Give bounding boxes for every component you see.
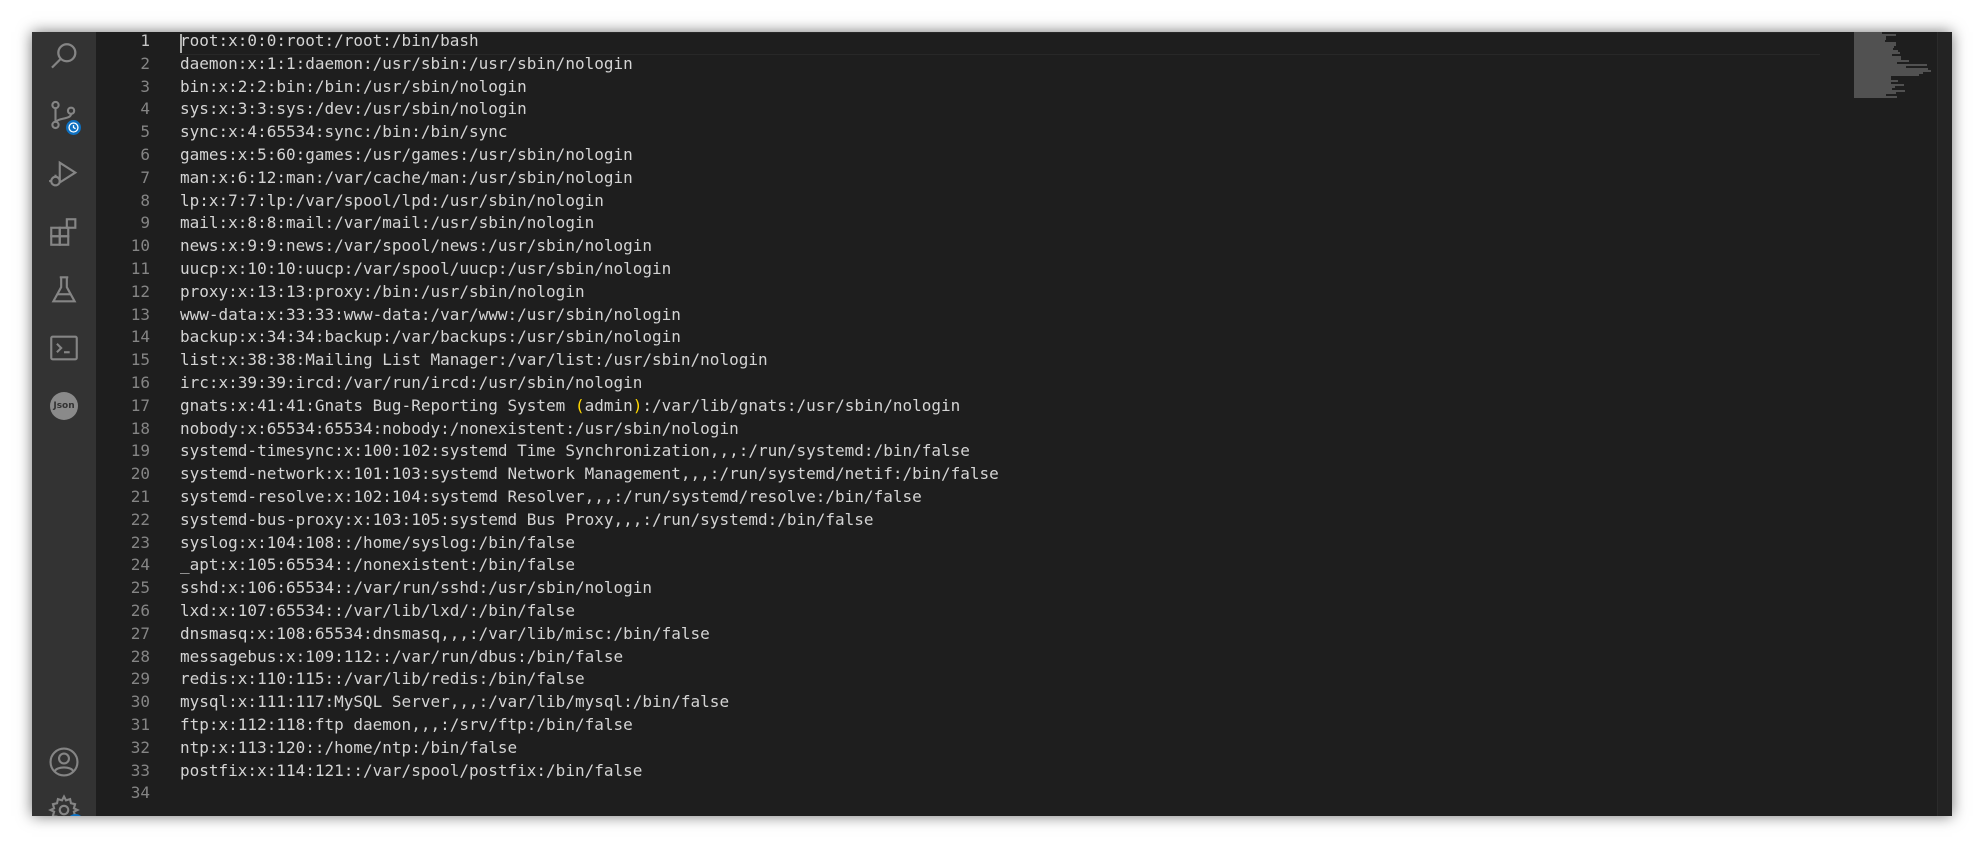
account-icon[interactable] — [32, 737, 96, 787]
activity-bar: Json 1 — [32, 32, 96, 816]
line-number: 9 — [140, 213, 150, 233]
code-line[interactable]: gnats:x:41:41:Gnats Bug-Reporting System… — [180, 395, 960, 418]
extensions-icon[interactable] — [32, 207, 96, 257]
code-line[interactable]: daemon:x:1:1:daemon:/usr/sbin:/usr/sbin/… — [180, 53, 633, 76]
line-number: 16 — [130, 373, 150, 392]
code-line[interactable]: irc:x:39:39:ircd:/var/run/ircd:/usr/sbin… — [180, 372, 642, 395]
line-number: 3 — [140, 76, 150, 96]
run-debug-icon[interactable] — [32, 149, 96, 199]
code-line[interactable]: root:x:0:0:root:/root:/bin/bash — [180, 32, 479, 53]
line-number: 13 — [130, 304, 150, 324]
history-clock-icon — [66, 120, 81, 135]
code-line[interactable]: man:x:6:12:man:/var/cache/man:/usr/sbin/… — [180, 167, 633, 190]
code-line[interactable]: _apt:x:105:65534::/nonexistent:/bin/fals… — [180, 554, 575, 577]
line-number: 7 — [140, 167, 150, 187]
line-number: 27 — [130, 623, 150, 643]
line-number: 18 — [130, 418, 150, 438]
minimap[interactable] — [1854, 32, 1944, 102]
line-number: 19 — [130, 441, 150, 461]
line-number: 15 — [130, 350, 150, 370]
code-line[interactable]: www-data:x:33:33:www-data:/var/www:/usr/… — [180, 304, 681, 327]
line-number: 10 — [130, 236, 150, 256]
code-line[interactable]: ntp:x:113:120::/home/ntp:/bin/false — [180, 737, 517, 760]
code-line[interactable]: redis:x:110:115::/var/lib/redis:/bin/fal… — [180, 668, 585, 691]
vertical-scrollbar[interactable] — [1937, 32, 1952, 816]
line-number: 14 — [130, 327, 150, 347]
line-number: 28 — [130, 646, 150, 666]
code-line[interactable]: mysql:x:111:117:MySQL Server,,,:/var/lib… — [180, 691, 729, 714]
code-line[interactable]: syslog:x:104:108::/home/syslog:/bin/fals… — [180, 532, 575, 555]
code-line[interactable]: postfix:x:114:121::/var/spool/postfix:/b… — [180, 760, 642, 783]
json-icon-label: Json — [50, 392, 78, 420]
code-line[interactable]: sys:x:3:3:sys:/dev:/usr/sbin/nologin — [180, 98, 527, 121]
code-line[interactable]: systemd-network:x:101:103:systemd Networ… — [180, 463, 999, 486]
code-line[interactable]: systemd-bus-proxy:x:103:105:systemd Bus … — [180, 509, 874, 532]
line-number: 29 — [130, 669, 150, 689]
code-line[interactable]: lxd:x:107:65534::/var/lib/lxd/:/bin/fals… — [180, 600, 575, 623]
line-number: 24 — [130, 555, 150, 575]
line-number: 8 — [140, 190, 150, 210]
editor-pane[interactable]: 1 2 3 4 5 6 7 8 9 10 11 12 13 14 15 16 17 18 19 20 21 22 23 24 2… — [96, 32, 1952, 816]
line-number: 31 — [130, 715, 150, 734]
vscode-window: Json 1 123456789101112131415161718192021… — [32, 32, 1952, 816]
line-number: 11 — [130, 259, 150, 278]
code-area[interactable]: root:x:0:0:root:/root:/bin/bash daemon:x:… — [180, 32, 1952, 816]
line-number: 12 — [130, 281, 150, 301]
search-icon[interactable] — [32, 32, 96, 82]
line-number: 32 — [130, 737, 150, 757]
line-number: 34 — [130, 783, 150, 803]
code-line[interactable]: sshd:x:106:65534::/var/run/sshd:/usr/sbi… — [180, 577, 652, 600]
source-control-icon[interactable] — [32, 90, 96, 140]
code-line[interactable]: mail:x:8:8:mail:/var/mail:/usr/sbin/nolo… — [180, 212, 594, 235]
line-number: 17 — [130, 395, 150, 415]
line-number: 23 — [130, 532, 150, 552]
testing-icon[interactable] — [32, 265, 96, 315]
minimap-row — [1854, 96, 1898, 98]
line-number: 33 — [130, 760, 150, 780]
code-line[interactable]: systemd-timesync:x:100:102:systemd Time … — [180, 440, 970, 463]
line-number: 1 — [140, 32, 150, 50]
terminal-icon[interactable] — [32, 323, 96, 373]
settings-gear-icon[interactable]: 1 — [32, 785, 96, 816]
line-number: 20 — [130, 464, 150, 484]
line-number: 21 — [130, 487, 150, 506]
code-line[interactable]: systemd-resolve:x:102:104:systemd Resolv… — [180, 486, 922, 509]
code-line[interactable]: sync:x:4:65534:sync:/bin:/bin/sync — [180, 121, 508, 144]
code-line[interactable]: backup:x:34:34:backup:/var/backups:/usr/… — [180, 326, 681, 349]
line-number: 6 — [140, 145, 150, 164]
code-line[interactable]: proxy:x:13:13:proxy:/bin:/usr/sbin/nolog… — [180, 281, 585, 304]
code-line[interactable]: ftp:x:112:118:ftp daemon,,,:/srv/ftp:/bi… — [180, 714, 633, 737]
code-line[interactable]: dnsmasq:x:108:65534:dnsmasq,,,:/var/lib/… — [180, 623, 710, 646]
code-line[interactable]: list:x:38:38:Mailing List Manager:/var/l… — [180, 349, 768, 372]
line-number: 25 — [130, 578, 150, 598]
code-line[interactable]: news:x:9:9:news:/var/spool/news:/usr/sbi… — [180, 235, 652, 258]
line-number: 30 — [130, 692, 150, 712]
json-icon[interactable]: Json — [32, 381, 96, 431]
line-number: 26 — [130, 601, 150, 620]
line-number: 2 — [140, 53, 150, 73]
code-line[interactable]: messagebus:x:109:112::/var/run/dbus:/bin… — [180, 646, 623, 669]
code-line[interactable]: bin:x:2:2:bin:/bin:/usr/sbin/nologin — [180, 76, 527, 99]
line-number: 4 — [140, 99, 150, 119]
code-line[interactable]: nobody:x:65534:65534:nobody:/nonexistent… — [180, 418, 739, 441]
code-line[interactable]: uucp:x:10:10:uucp:/var/spool/uucp:/usr/s… — [180, 258, 671, 281]
line-number-gutter: 1 2 3 4 5 6 7 8 9 10 11 12 13 14 15 16 17 18 19 20 21 22 23 24 2… — [96, 32, 180, 816]
line-number: 5 — [140, 122, 150, 142]
code-line[interactable]: lp:x:7:7:lp:/var/spool/lpd:/usr/sbin/nol… — [180, 190, 604, 213]
code-line[interactable]: games:x:5:60:games:/usr/games:/usr/sbin/… — [180, 144, 633, 167]
line-number: 22 — [130, 509, 150, 529]
